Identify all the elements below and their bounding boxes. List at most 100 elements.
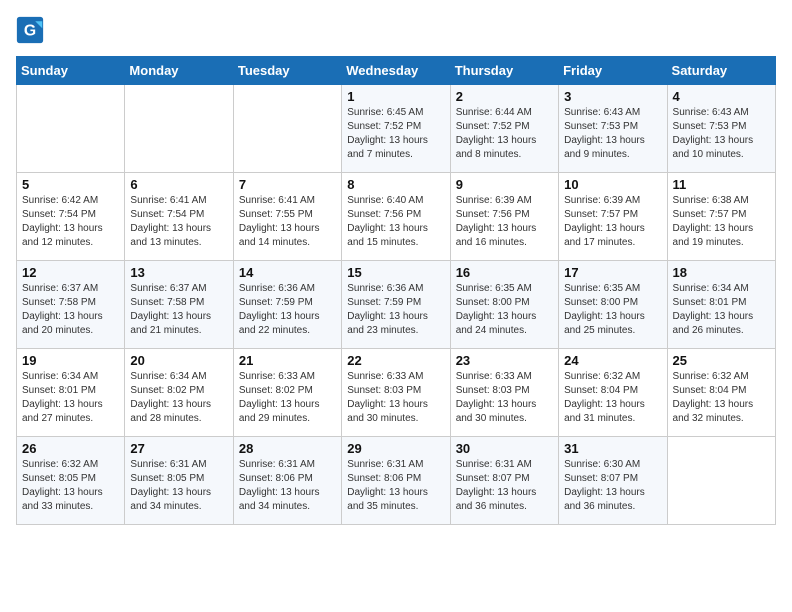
day-number: 5 <box>22 177 119 192</box>
day-info: Sunrise: 6:34 AM Sunset: 8:02 PM Dayligh… <box>130 370 227 426</box>
calendar-cell: 25Sunrise: 6:32 AM Sunset: 8:04 PM Dayli… <box>667 349 775 437</box>
day-number: 15 <box>347 265 444 280</box>
calendar-cell: 27 Sunrise: 6:31 AM Sunset: 8:05 PM Dayli… <box>125 437 233 525</box>
day-info: Sunrise: 6:30 AM Sunset: 8:07 PM Dayligh… <box>564 458 661 514</box>
calendar-cell: 22 Sunrise: 6:33 AM Sunset: 8:03 PM Dayli… <box>342 349 450 437</box>
calendar-cell: 29 Sunrise: 6:31 AM Sunset: 8:06 PM Dayli… <box>342 437 450 525</box>
calendar-cell: 20 Sunrise: 6:34 AM Sunset: 8:02 PM Dayli… <box>125 349 233 437</box>
calendar-cell: 9 Sunrise: 6:39 AM Sunset: 7:56 PM Daylig… <box>450 173 558 261</box>
day-number: 24 <box>564 353 661 368</box>
calendar-cell: 6 Sunrise: 6:41 AM Sunset: 7:54 PM Daylig… <box>125 173 233 261</box>
day-number: 20 <box>130 353 227 368</box>
day-number: 29 <box>347 441 444 456</box>
day-number: 18 <box>673 265 770 280</box>
calendar-cell: 19 Sunrise: 6:34 AM Sunset: 8:01 PM Dayli… <box>17 349 125 437</box>
calendar-cell: 17 Sunrise: 6:35 AM Sunset: 8:00 PM Dayli… <box>559 261 667 349</box>
page-header: G <box>16 16 776 44</box>
calendar-cell <box>667 437 775 525</box>
day-number: 22 <box>347 353 444 368</box>
day-info: Sunrise: 6:32 AM Sunset: 8:05 PM Dayligh… <box>22 458 119 514</box>
day-info: Sunrise: 6:31 AM Sunset: 8:06 PM Dayligh… <box>347 458 444 514</box>
calendar-cell: 26 Sunrise: 6:32 AM Sunset: 8:05 PM Dayli… <box>17 437 125 525</box>
day-info: Sunrise: 6:34 AM Sunset: 8:01 PM Dayligh… <box>22 370 119 426</box>
day-info: Sunrise: 6:33 AM Sunset: 8:02 PM Dayligh… <box>239 370 336 426</box>
day-info: Sunrise: 6:35 AM Sunset: 8:00 PM Dayligh… <box>564 282 661 338</box>
day-info: Sunrise: 6:38 AM Sunset: 7:57 PM Dayligh… <box>673 194 770 250</box>
day-info: Sunrise: 6:32 AM Sunset: 8:04 PM Dayligh… <box>564 370 661 426</box>
calendar-cell: 24 Sunrise: 6:32 AM Sunset: 8:04 PM Dayli… <box>559 349 667 437</box>
weekday-header: Friday <box>559 57 667 85</box>
day-number: 21 <box>239 353 336 368</box>
calendar-cell: 4 Sunrise: 6:43 AM Sunset: 7:53 PM Daylig… <box>667 85 775 173</box>
calendar-cell: 8 Sunrise: 6:40 AM Sunset: 7:56 PM Daylig… <box>342 173 450 261</box>
day-number: 2 <box>456 89 553 104</box>
day-number: 26 <box>22 441 119 456</box>
calendar-cell: 7 Sunrise: 6:41 AM Sunset: 7:55 PM Daylig… <box>233 173 341 261</box>
day-info: Sunrise: 6:34 AM Sunset: 8:01 PM Dayligh… <box>673 282 770 338</box>
day-number: 23 <box>456 353 553 368</box>
day-number: 16 <box>456 265 553 280</box>
day-number: 7 <box>239 177 336 192</box>
day-info: Sunrise: 6:35 AM Sunset: 8:00 PM Dayligh… <box>456 282 553 338</box>
logo: G <box>16 16 48 44</box>
calendar-cell: 30Sunrise: 6:31 AM Sunset: 8:07 PM Dayli… <box>450 437 558 525</box>
day-info: Sunrise: 6:39 AM Sunset: 7:56 PM Dayligh… <box>456 194 553 250</box>
day-info: Sunrise: 6:45 AM Sunset: 7:52 PM Dayligh… <box>347 106 444 162</box>
day-info: Sunrise: 6:37 AM Sunset: 7:58 PM Dayligh… <box>130 282 227 338</box>
day-number: 28 <box>239 441 336 456</box>
day-number: 14 <box>239 265 336 280</box>
calendar-cell: 10Sunrise: 6:39 AM Sunset: 7:57 PM Dayli… <box>559 173 667 261</box>
day-number: 13 <box>130 265 227 280</box>
calendar-cell: 5 Sunrise: 6:42 AM Sunset: 7:54 PM Daylig… <box>17 173 125 261</box>
day-info: Sunrise: 6:44 AM Sunset: 7:52 PM Dayligh… <box>456 106 553 162</box>
day-number: 4 <box>673 89 770 104</box>
calendar-cell: 28 Sunrise: 6:31 AM Sunset: 8:06 PM Dayli… <box>233 437 341 525</box>
day-info: Sunrise: 6:39 AM Sunset: 7:57 PM Dayligh… <box>564 194 661 250</box>
calendar-cell: 18 Sunrise: 6:34 AM Sunset: 8:01 PM Dayli… <box>667 261 775 349</box>
calendar-cell: 31Sunrise: 6:30 AM Sunset: 8:07 PM Dayli… <box>559 437 667 525</box>
day-number: 11 <box>673 177 770 192</box>
day-info: Sunrise: 6:40 AM Sunset: 7:56 PM Dayligh… <box>347 194 444 250</box>
day-number: 8 <box>347 177 444 192</box>
day-number: 6 <box>130 177 227 192</box>
logo-icon: G <box>16 16 44 44</box>
calendar-cell: 21 Sunrise: 6:33 AM Sunset: 8:02 PM Dayli… <box>233 349 341 437</box>
calendar-cell <box>233 85 341 173</box>
day-number: 12 <box>22 265 119 280</box>
day-number: 27 <box>130 441 227 456</box>
day-number: 19 <box>22 353 119 368</box>
day-info: Sunrise: 6:43 AM Sunset: 7:53 PM Dayligh… <box>673 106 770 162</box>
calendar-cell: 23 Sunrise: 6:33 AM Sunset: 8:03 PM Dayli… <box>450 349 558 437</box>
weekday-header: Wednesday <box>342 57 450 85</box>
calendar-cell: 16 Sunrise: 6:35 AM Sunset: 8:00 PM Dayli… <box>450 261 558 349</box>
day-info: Sunrise: 6:41 AM Sunset: 7:54 PM Dayligh… <box>130 194 227 250</box>
calendar-cell: 1 Sunrise: 6:45 AM Sunset: 7:52 PM Daylig… <box>342 85 450 173</box>
calendar-cell <box>17 85 125 173</box>
day-info: Sunrise: 6:36 AM Sunset: 7:59 PM Dayligh… <box>239 282 336 338</box>
calendar-cell: 14 Sunrise: 6:36 AM Sunset: 7:59 PM Dayli… <box>233 261 341 349</box>
calendar-cell <box>125 85 233 173</box>
day-info: Sunrise: 6:37 AM Sunset: 7:58 PM Dayligh… <box>22 282 119 338</box>
day-info: Sunrise: 6:31 AM Sunset: 8:06 PM Dayligh… <box>239 458 336 514</box>
day-info: Sunrise: 6:43 AM Sunset: 7:53 PM Dayligh… <box>564 106 661 162</box>
day-info: Sunrise: 6:42 AM Sunset: 7:54 PM Dayligh… <box>22 194 119 250</box>
day-number: 25 <box>673 353 770 368</box>
calendar-table: SundayMondayTuesdayWednesdayThursdayFrid… <box>16 56 776 525</box>
calendar-cell: 12 Sunrise: 6:37 AM Sunset: 7:58 PM Dayli… <box>17 261 125 349</box>
day-number: 9 <box>456 177 553 192</box>
weekday-header: Saturday <box>667 57 775 85</box>
day-number: 3 <box>564 89 661 104</box>
day-number: 1 <box>347 89 444 104</box>
day-info: Sunrise: 6:36 AM Sunset: 7:59 PM Dayligh… <box>347 282 444 338</box>
day-info: Sunrise: 6:31 AM Sunset: 8:05 PM Dayligh… <box>130 458 227 514</box>
day-info: Sunrise: 6:33 AM Sunset: 8:03 PM Dayligh… <box>456 370 553 426</box>
weekday-header: Monday <box>125 57 233 85</box>
day-info: Sunrise: 6:41 AM Sunset: 7:55 PM Dayligh… <box>239 194 336 250</box>
day-number: 17 <box>564 265 661 280</box>
calendar-header: SundayMondayTuesdayWednesdayThursdayFrid… <box>17 57 776 85</box>
day-info: Sunrise: 6:33 AM Sunset: 8:03 PM Dayligh… <box>347 370 444 426</box>
weekday-header: Tuesday <box>233 57 341 85</box>
weekday-header: Thursday <box>450 57 558 85</box>
calendar-cell: 2 Sunrise: 6:44 AM Sunset: 7:52 PM Daylig… <box>450 85 558 173</box>
calendar-cell: 15 Sunrise: 6:36 AM Sunset: 7:59 PM Dayli… <box>342 261 450 349</box>
